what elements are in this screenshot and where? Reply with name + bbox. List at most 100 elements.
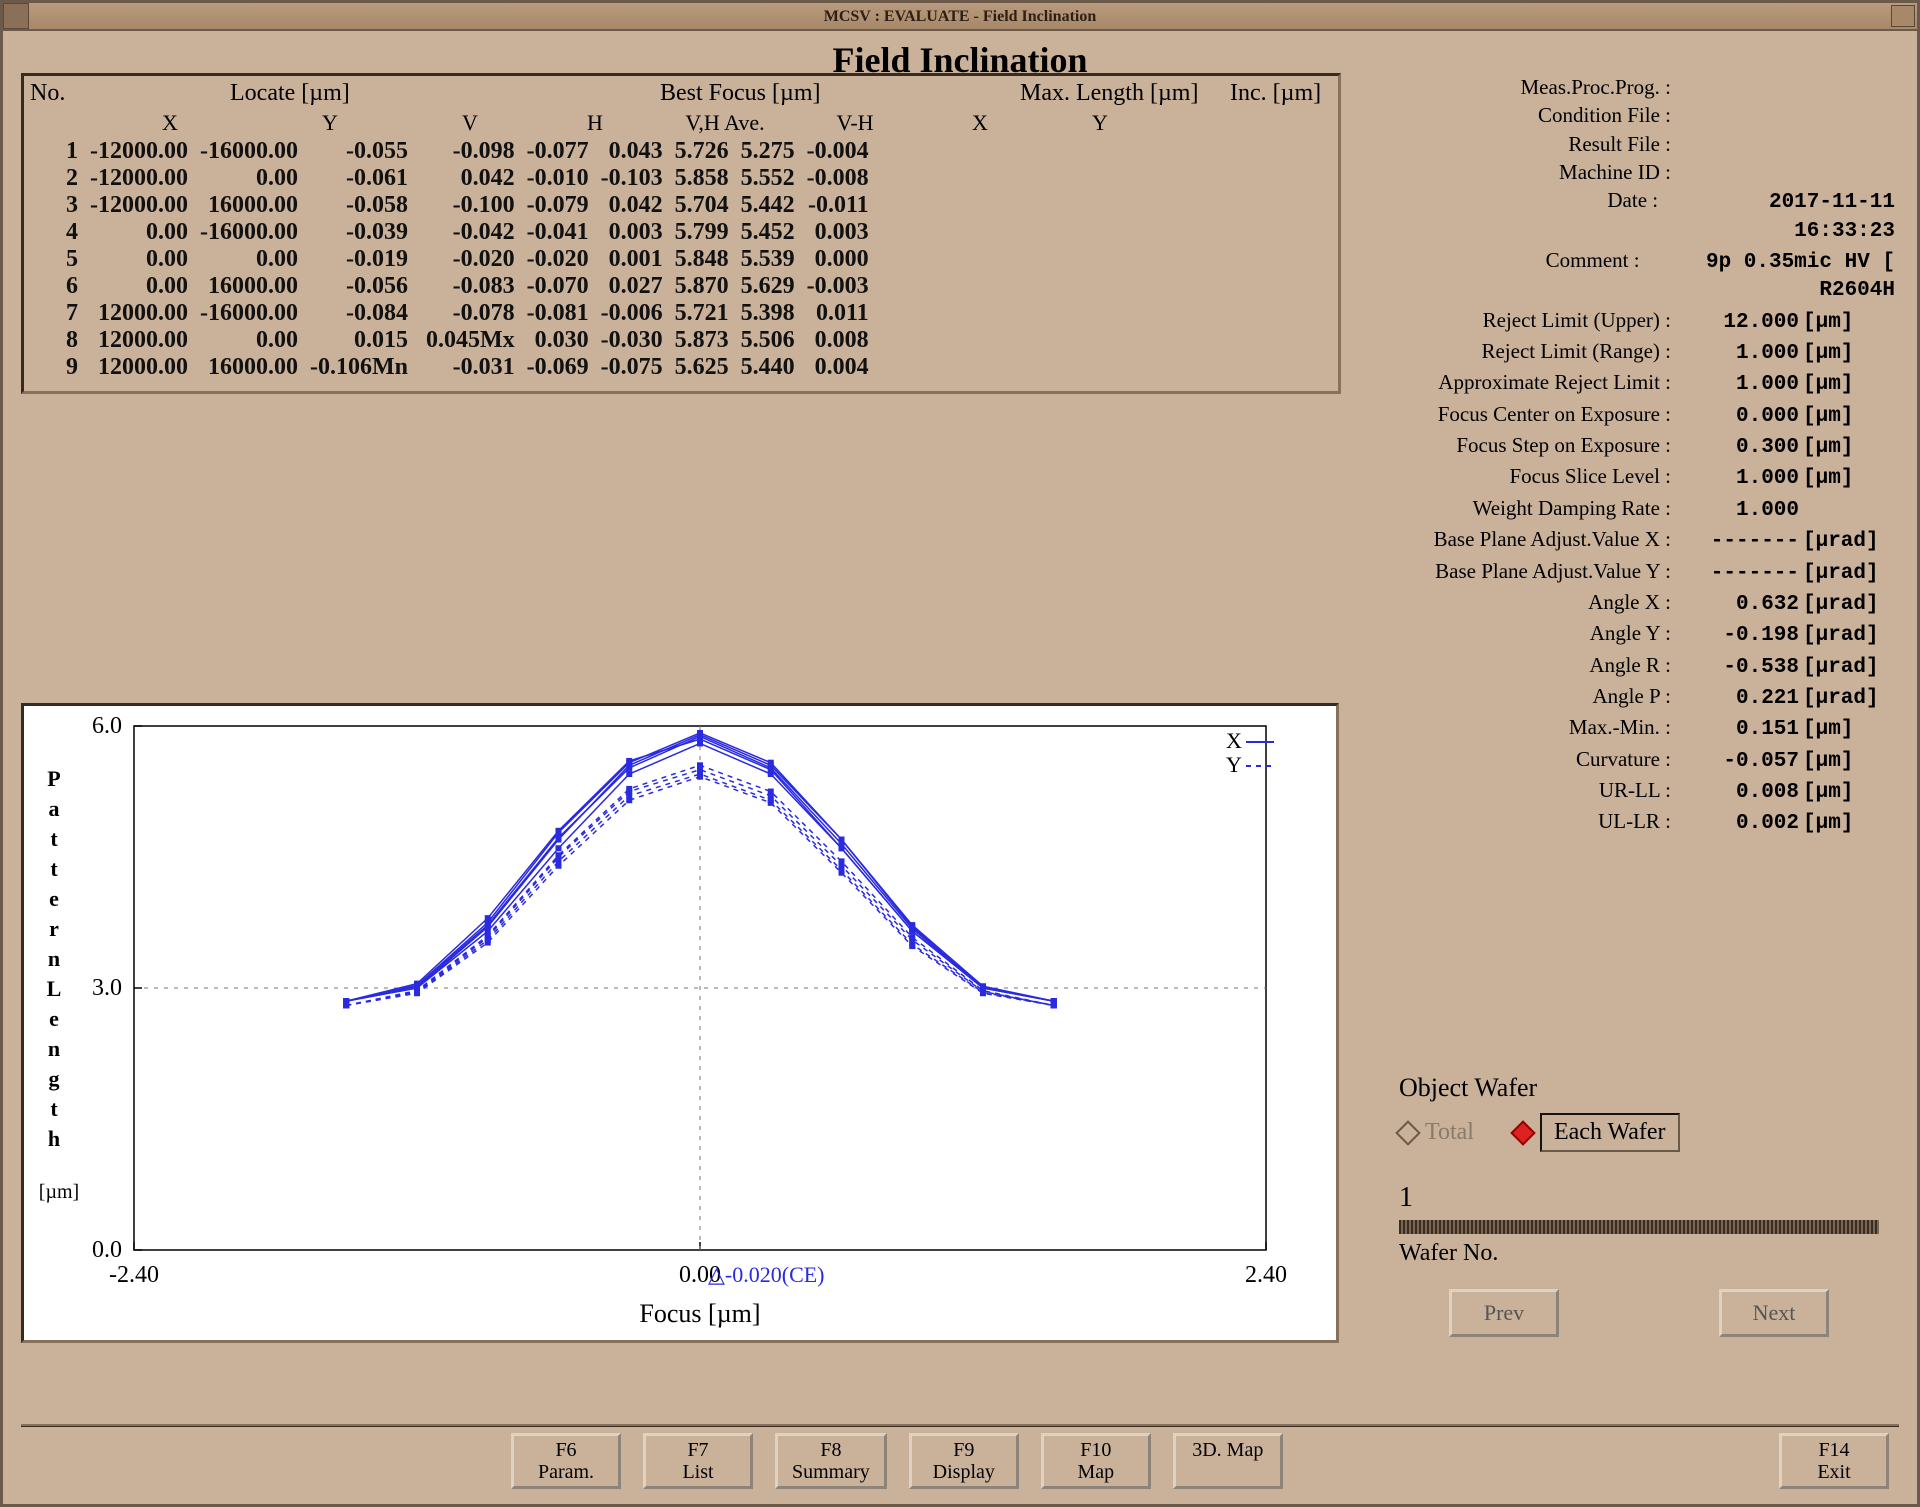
info-row: Weight Damping Rate :1.000: [1379, 494, 1899, 525]
info-row: Base Plane Adjust.Value X :-------[µrad]: [1379, 525, 1899, 556]
table-cell: -0.081: [521, 300, 595, 327]
table-cell: 5.275: [735, 138, 801, 165]
app-window: MCSV : EVALUATE - Field Inclination Fiel…: [0, 0, 1920, 1507]
svg-text:X: X: [1226, 728, 1242, 753]
table-cell: -0.003: [801, 273, 875, 300]
table-cell: -0.100: [414, 192, 521, 219]
col-no-header: No.: [30, 80, 65, 107]
svg-text:-2.40: -2.40: [109, 1262, 159, 1288]
info-row: Focus Center on Exposure :0.000[µm]: [1379, 400, 1899, 431]
table-cell: 8: [30, 327, 84, 354]
object-wafer-panel: Object Wafer Total Each Wafer 1 Wafer No…: [1399, 1073, 1879, 1337]
diamond-icon: [1510, 1120, 1535, 1145]
table-cell: 0.003: [595, 219, 669, 246]
info-unit: [µm]: [1799, 465, 1853, 493]
info-label: Date :: [1379, 186, 1666, 214]
exit-button[interactable]: F14 Exit: [1779, 1433, 1889, 1489]
table-cell: -12000.00: [84, 165, 194, 192]
prev-button[interactable]: Prev: [1449, 1289, 1559, 1337]
svg-text:r: r: [49, 916, 59, 941]
table-cell: 2: [30, 165, 84, 192]
fn-label: 3D. Map: [1192, 1439, 1263, 1461]
fn-button-display[interactable]: F9Display: [909, 1433, 1019, 1489]
svg-text:Y: Y: [1226, 752, 1242, 777]
table-cell: -0.042: [414, 219, 521, 246]
next-button[interactable]: Next: [1719, 1289, 1829, 1337]
minimize-icon[interactable]: [1891, 5, 1915, 27]
fn-button-list[interactable]: F7List: [643, 1433, 753, 1489]
table-cell: 16000.00: [194, 192, 304, 219]
info-label: Meas.Proc.Prog. :: [1379, 73, 1679, 101]
table-cell: 5.873: [669, 327, 735, 354]
col-y: Y: [250, 110, 410, 136]
info-value: 0.300: [1679, 434, 1799, 462]
fn-label: Map: [1077, 1461, 1114, 1483]
info-unit: [µm]: [1799, 340, 1853, 368]
table-cell: 5.721: [669, 300, 735, 327]
fn-button-param-[interactable]: F6Param.: [511, 1433, 621, 1489]
table-cell: 0.00: [84, 273, 194, 300]
info-label: UL-LR :: [1379, 807, 1679, 835]
info-value: -0.198: [1679, 622, 1799, 650]
info-unit: [µrad]: [1799, 528, 1879, 556]
table-cell: -0.041: [521, 219, 595, 246]
info-label: Angle X :: [1379, 588, 1679, 616]
table-cell: 0.030: [521, 327, 595, 354]
fn-label: Param.: [538, 1461, 594, 1483]
radio-each-wafer[interactable]: Each Wafer: [1514, 1113, 1680, 1152]
table-cell: -0.084: [304, 300, 414, 327]
side-info-panel: Meas.Proc.Prog. :Condition File :Result …: [1379, 73, 1899, 839]
table-cell: -0.083: [414, 273, 521, 300]
info-label: Angle R :: [1379, 651, 1679, 679]
info-label: Reject Limit (Range) :: [1379, 337, 1679, 365]
table-cell: 16000.00: [194, 273, 304, 300]
wafer-slider[interactable]: [1399, 1220, 1879, 1234]
table-cell: -0.078: [414, 300, 521, 327]
table-cell: -0.030: [595, 327, 669, 354]
table-cell: -0.079: [521, 192, 595, 219]
window-title: MCSV : EVALUATE - Field Inclination: [824, 8, 1096, 25]
table-cell: 0.042: [595, 192, 669, 219]
fn-key-label: F8: [792, 1439, 870, 1461]
table-cell: -16000.00: [194, 219, 304, 246]
table-cell: 7: [30, 300, 84, 327]
info-row: Meas.Proc.Prog. :: [1379, 73, 1899, 101]
radio-total[interactable]: Total: [1399, 1119, 1474, 1146]
table-cell: 0.00: [84, 246, 194, 273]
table-cell: 5.442: [735, 192, 801, 219]
info-row: Angle X :0.632[µrad]: [1379, 588, 1899, 619]
info-label: Focus Step on Exposure :: [1379, 431, 1679, 459]
table-cell: -0.011: [801, 192, 875, 219]
table-cell: 0.004: [801, 354, 875, 381]
table-cell: -0.019: [304, 246, 414, 273]
table-cell: -0.061: [304, 165, 414, 192]
info-label: Approximate Reject Limit :: [1379, 368, 1679, 396]
table-row: 6 0.00 16000.00-0.056-0.083-0.070 0.0275…: [30, 273, 875, 300]
info-row: Focus Step on Exposure :0.300[µm]: [1379, 431, 1899, 462]
info-row: UL-LR :0.002[µm]: [1379, 807, 1899, 838]
fn-button-3d-map[interactable]: 3D. Map: [1173, 1433, 1283, 1489]
info-label: Angle Y :: [1379, 619, 1679, 647]
fn-label: Exit: [1817, 1461, 1850, 1483]
info-label: Base Plane Adjust.Value X :: [1379, 525, 1679, 553]
info-label: Focus Slice Level :: [1379, 462, 1679, 490]
table-cell: 5.870: [669, 273, 735, 300]
info-value: 12.000: [1679, 309, 1799, 337]
col-y2: Y: [1040, 110, 1160, 136]
object-wafer-title: Object Wafer: [1399, 1073, 1879, 1103]
info-label: Angle P :: [1379, 682, 1679, 710]
fn-button-summary[interactable]: F8Summary: [775, 1433, 887, 1489]
svg-text:L: L: [47, 976, 62, 1001]
table-cell: -16000.00: [194, 138, 304, 165]
info-unit: [µm]: [1799, 309, 1853, 337]
system-menu-icon[interactable]: [3, 3, 29, 29]
table-cell: 0.000: [801, 246, 875, 273]
fn-button-map[interactable]: F10Map: [1041, 1433, 1151, 1489]
table-cell: 5.539: [735, 246, 801, 273]
table-cell: -0.106Mn: [304, 354, 414, 381]
table-cell: 5.704: [669, 192, 735, 219]
col-v: V: [410, 110, 530, 136]
table-cell: -0.058: [304, 192, 414, 219]
table-cell: 5.726: [669, 138, 735, 165]
svg-text:2.40: 2.40: [1245, 1262, 1287, 1288]
